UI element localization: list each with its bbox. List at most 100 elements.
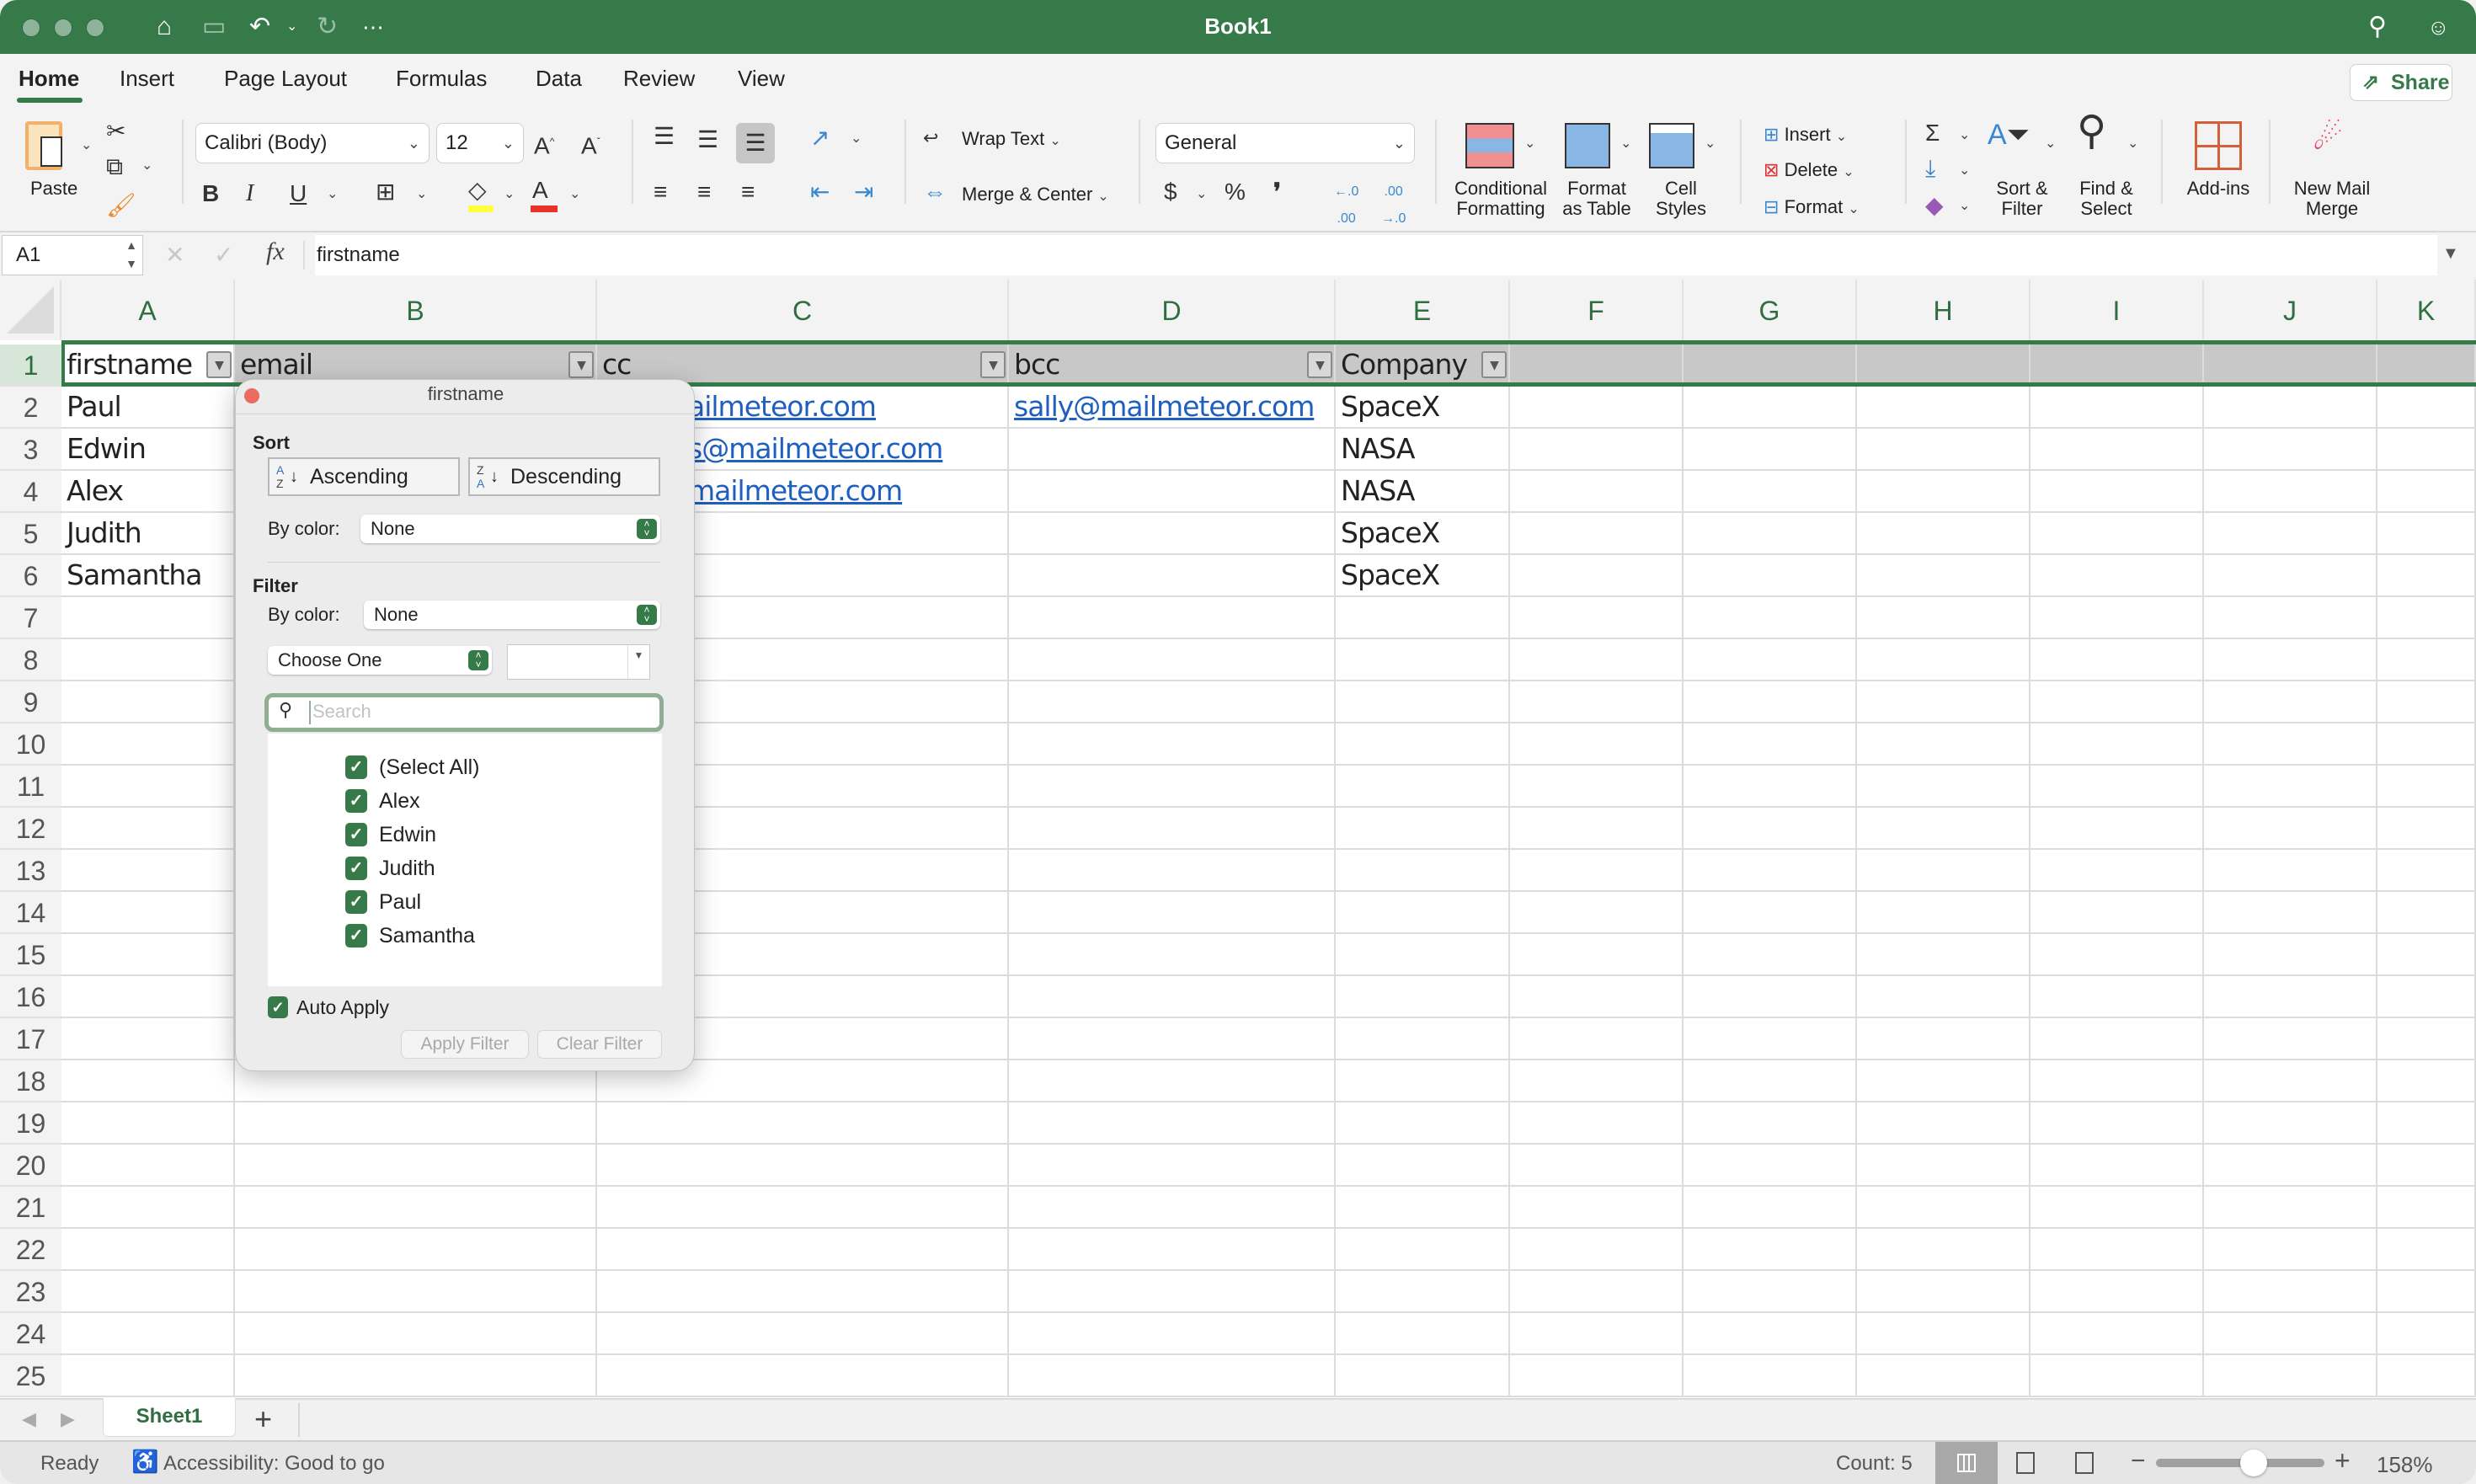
cell[interactable] (2377, 976, 2476, 1018)
collaborate-icon[interactable]: ☺ (2427, 12, 2450, 42)
cell[interactable] (1336, 681, 1510, 723)
cell[interactable] (1857, 344, 2030, 387)
cell[interactable] (2377, 513, 2476, 555)
cell[interactable] (1684, 934, 1857, 976)
cell[interactable] (1857, 429, 2030, 471)
cell[interactable] (2204, 1018, 2377, 1060)
row-header-2[interactable]: 2 (0, 387, 61, 429)
column-header-j[interactable]: J (2204, 280, 2377, 340)
clear-filter-button[interactable]: Clear Filter (537, 1030, 662, 1059)
cell[interactable]: Edwin (61, 429, 235, 471)
column-header-a[interactable]: A (61, 280, 235, 340)
row-header-18[interactable]: 18 (0, 1060, 61, 1102)
cell[interactable] (1684, 1187, 1857, 1229)
cell[interactable] (1336, 1355, 1510, 1397)
cell[interactable] (2204, 344, 2377, 387)
cell[interactable] (1009, 1313, 1336, 1355)
cell[interactable] (1857, 387, 2030, 429)
cut-icon[interactable]: ✂ (106, 118, 125, 145)
cell[interactable] (1009, 934, 1336, 976)
cell[interactable] (1009, 1229, 1336, 1271)
format-as-table-button[interactable]: Format as Table (1555, 179, 1639, 219)
confirm-entry-icon[interactable]: ✓ (214, 241, 233, 269)
format-cells-button[interactable]: ⊟ Format ⌄ (1764, 194, 1860, 221)
cell[interactable] (1684, 850, 1857, 892)
align-top-icon[interactable]: ☰ (654, 123, 675, 150)
cell[interactable] (2377, 892, 2476, 934)
cell[interactable] (1336, 597, 1510, 639)
cell[interactable] (2377, 1018, 2476, 1060)
row-header-3[interactable]: 3 (0, 429, 61, 471)
tab-home[interactable]: Home (19, 66, 79, 92)
cell[interactable] (1684, 513, 1857, 555)
zoom-out-button[interactable]: − (2131, 1447, 2146, 1476)
cell[interactable] (61, 1018, 235, 1060)
cell[interactable] (2030, 766, 2204, 808)
borders-dropdown-chevron-icon[interactable]: ⌄ (416, 185, 427, 202)
column-header-b[interactable]: B (235, 280, 597, 340)
cell[interactable] (2030, 597, 2204, 639)
cell[interactable] (2377, 1187, 2476, 1229)
cell[interactable] (2030, 1060, 2204, 1102)
cell[interactable] (2030, 639, 2204, 681)
search-icon[interactable]: ⚲ (2368, 12, 2387, 42)
sort-filter-button[interactable]: Sort & Filter (1976, 179, 2068, 219)
cell[interactable] (1336, 1313, 1510, 1355)
cell[interactable] (597, 1355, 1009, 1397)
cell[interactable] (2204, 723, 2377, 766)
row-header-10[interactable]: 10 (0, 723, 61, 766)
cell[interactable] (2204, 1187, 2377, 1229)
cell[interactable] (1336, 1271, 1510, 1313)
cell[interactable] (1510, 808, 1684, 850)
chevron-down-icon[interactable]: ⌄ (1620, 135, 1631, 152)
normal-view-button[interactable] (1935, 1442, 1998, 1484)
cell[interactable] (1857, 892, 2030, 934)
cell[interactable] (61, 681, 235, 723)
align-center-icon[interactable]: ≡ (697, 179, 711, 206)
cell[interactable] (2377, 555, 2476, 597)
cell[interactable] (235, 1313, 597, 1355)
cell[interactable]: Judith (61, 513, 235, 555)
cell[interactable] (61, 934, 235, 976)
cell[interactable] (1510, 1229, 1684, 1271)
cell[interactable] (2377, 1271, 2476, 1313)
cell[interactable] (1009, 555, 1336, 597)
clear-icon[interactable]: ◆ (1925, 192, 1944, 219)
cell[interactable] (1510, 597, 1684, 639)
next-sheet-icon[interactable]: ▶ (61, 1408, 75, 1430)
cell[interactable] (2204, 597, 2377, 639)
row-header-9[interactable]: 9 (0, 681, 61, 723)
row-header-15[interactable]: 15 (0, 934, 61, 976)
cell[interactable] (597, 1229, 1009, 1271)
cell[interactable] (1684, 1229, 1857, 1271)
name-box-stepper-icon[interactable]: ▲ ▼ (125, 236, 137, 273)
cell[interactable] (2377, 1145, 2476, 1187)
comma-style-button[interactable]: ❜ (1273, 179, 1281, 206)
zoom-level[interactable]: 158% (2377, 1452, 2433, 1478)
accessibility-icon[interactable]: ♿ (131, 1449, 158, 1475)
cell[interactable] (2204, 1102, 2377, 1145)
cell[interactable] (1684, 808, 1857, 850)
underline-dropdown-chevron-icon[interactable]: ⌄ (327, 185, 338, 202)
bcc-value[interactable]: sally@mailmeteor.com (1014, 390, 1315, 423)
row-header-24[interactable]: 24 (0, 1313, 61, 1355)
cell[interactable] (2204, 1229, 2377, 1271)
cell[interactable] (1684, 1018, 1857, 1060)
cell[interactable] (1009, 976, 1336, 1018)
cell[interactable] (1510, 1271, 1684, 1313)
cell[interactable] (1510, 429, 1684, 471)
cell[interactable] (2377, 1229, 2476, 1271)
cell[interactable] (2204, 639, 2377, 681)
cell[interactable]: Paul (61, 387, 235, 429)
row-header-6[interactable]: 6 (0, 555, 61, 597)
row-header-16[interactable]: 16 (0, 976, 61, 1018)
tab-data[interactable]: Data (536, 66, 582, 92)
cell[interactable] (1684, 387, 1857, 429)
cell[interactable] (2204, 892, 2377, 934)
filter-dropdown-button[interactable]: ▼ (568, 351, 594, 378)
column-header-f[interactable]: F (1510, 280, 1684, 340)
cell[interactable] (1684, 766, 1857, 808)
bold-button[interactable]: B (202, 180, 219, 207)
apply-filter-button[interactable]: Apply Filter (401, 1030, 529, 1059)
cell[interactable] (2204, 429, 2377, 471)
